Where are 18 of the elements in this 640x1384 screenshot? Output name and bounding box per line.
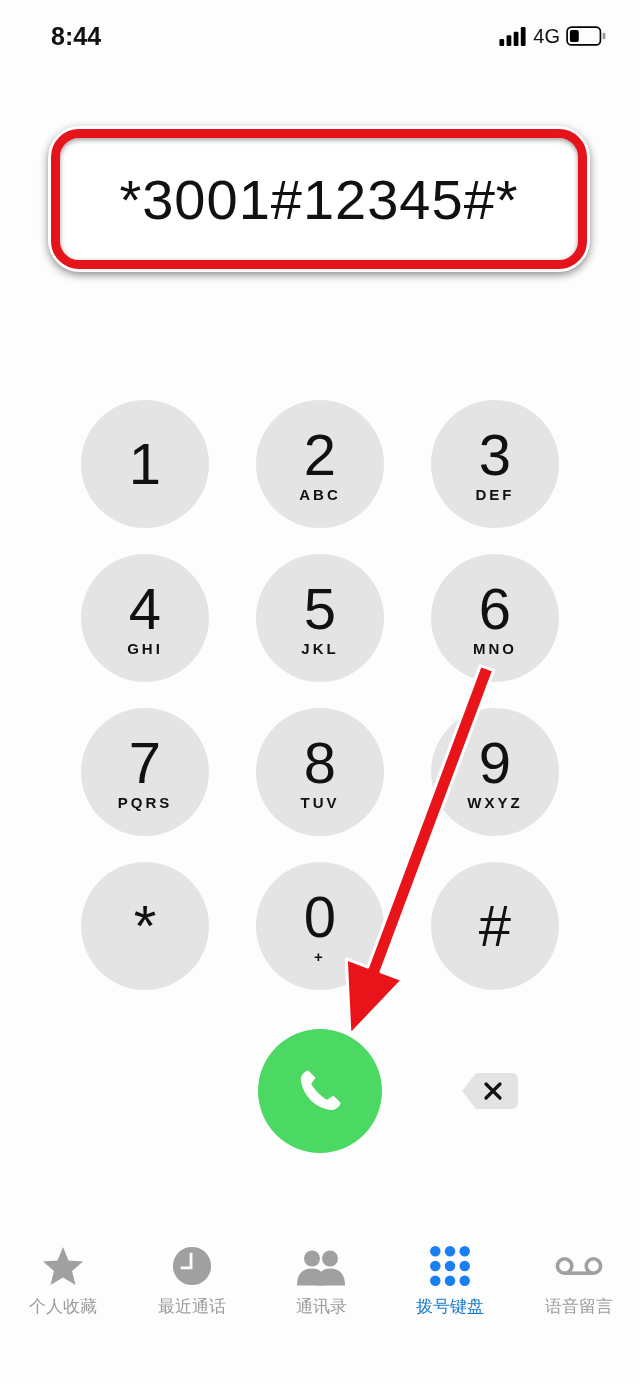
tab-item[interactable]: 拨号键盘 xyxy=(407,1245,493,1318)
keypad-key[interactable]: 0 + xyxy=(256,862,384,990)
signal-icon xyxy=(498,26,528,46)
keypad-key[interactable]: 3 DEF xyxy=(431,400,559,528)
keypad-key[interactable]: 5 JKL xyxy=(256,554,384,682)
keypad-key[interactable]: 1 xyxy=(81,400,209,528)
keypad-key[interactable]: 8 TUV xyxy=(256,708,384,836)
keypad-key[interactable]: 2 ABC xyxy=(256,400,384,528)
keypad-key[interactable]: 6 MNO xyxy=(431,554,559,682)
keypad-key[interactable]: * xyxy=(81,862,209,990)
battery-icon xyxy=(566,26,606,46)
keypad-key[interactable]: # xyxy=(431,862,559,990)
keypad-key[interactable]: 7 PQRS xyxy=(81,708,209,836)
clock-time: 8:44 xyxy=(51,21,102,51)
keypad-key[interactable]: 4 GHI xyxy=(81,554,209,682)
dialed-number: *3001#12345#* xyxy=(119,166,519,232)
network-type: 4G xyxy=(533,24,560,48)
delete-button[interactable] xyxy=(462,1071,518,1111)
